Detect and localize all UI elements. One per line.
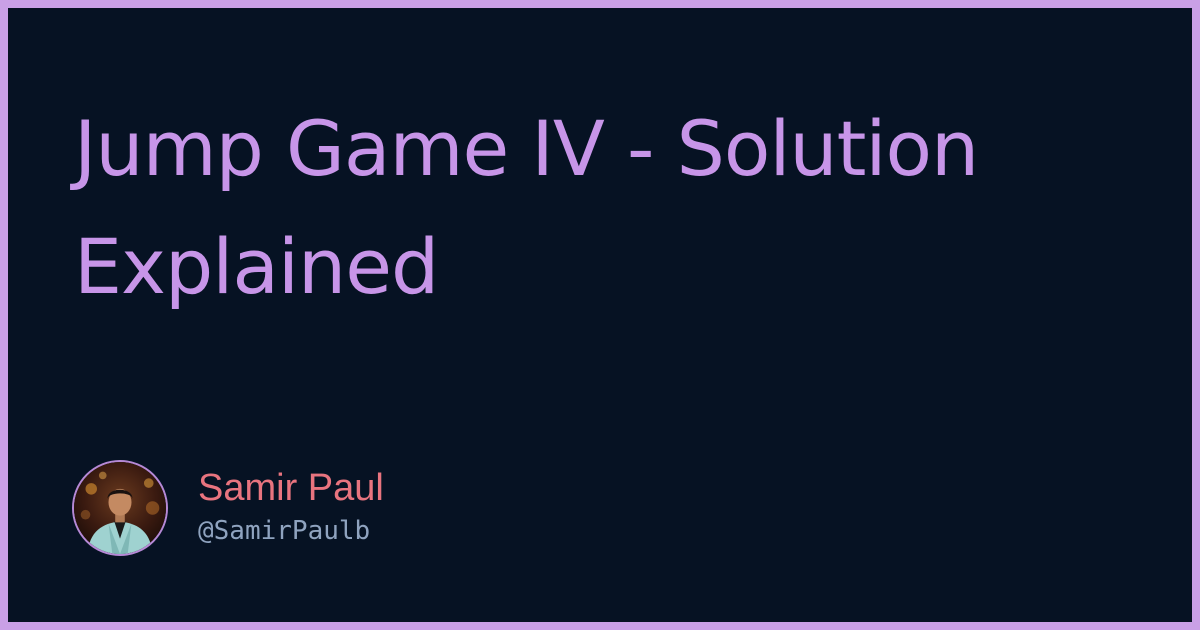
og-card: Jump Game IV - Solution Explained Samir … [8, 8, 1192, 622]
author-block: Samir Paul @SamirPaulb [72, 458, 384, 558]
post-title: Jump Game IV - Solution Explained [74, 104, 979, 311]
author-name[interactable]: Samir Paul [198, 465, 384, 511]
author-avatar [72, 460, 168, 556]
author-handle[interactable]: @SamirPaulb [198, 511, 384, 551]
person-photo-avatar-icon [74, 462, 166, 554]
author-info: Samir Paul @SamirPaulb [198, 465, 384, 551]
